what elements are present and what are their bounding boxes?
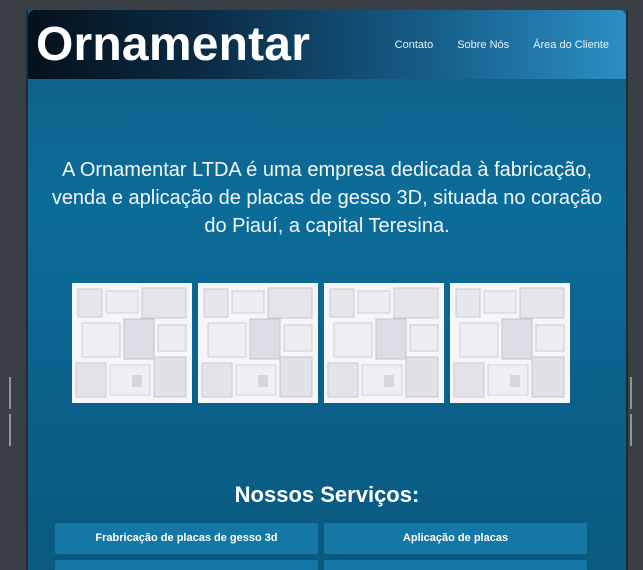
page: Ornamentar Contato Sobre Nós Área do Cli… <box>26 10 628 570</box>
service-button-3[interactable] <box>55 560 318 570</box>
main-nav: Contato Sobre Nós Área do Cliente <box>395 38 609 52</box>
right-resize-handle[interactable] <box>630 377 636 446</box>
plaster-panel-icon <box>198 283 318 403</box>
gallery-image-1[interactable] <box>72 283 192 403</box>
left-resize-handle[interactable] <box>9 377 15 446</box>
gallery-image-3[interactable] <box>324 283 444 403</box>
services-grid: Frabricação de placas de gesso 3d Aplica… <box>55 523 587 570</box>
gallery-image-2[interactable] <box>198 283 318 403</box>
nav-link-contato[interactable]: Contato <box>395 38 434 52</box>
nav-link-area-do-cliente[interactable]: Área do Cliente <box>533 38 609 52</box>
gallery-image-4[interactable] <box>450 283 570 403</box>
browser-frame: Ornamentar Contato Sobre Nós Área do Cli… <box>0 0 643 570</box>
service-button-aplicacao[interactable]: Aplicação de placas <box>324 523 587 554</box>
site-header: Ornamentar Contato Sobre Nós Área do Cli… <box>28 10 626 79</box>
nav-link-sobre-nos[interactable]: Sobre Nós <box>457 38 509 52</box>
service-button-fabricacao[interactable]: Frabricação de placas de gesso 3d <box>55 523 318 554</box>
service-button-4[interactable] <box>324 560 587 570</box>
plaster-panel-icon <box>324 283 444 403</box>
plaster-panel-icon <box>450 283 570 403</box>
plaster-panel-icon <box>72 283 192 403</box>
intro-text: A Ornamentar LTDA é uma empresa dedicada… <box>51 159 603 237</box>
gallery <box>72 283 570 403</box>
services-title: Nossos Serviços: <box>234 482 420 507</box>
site-logo[interactable]: Ornamentar <box>36 18 310 72</box>
